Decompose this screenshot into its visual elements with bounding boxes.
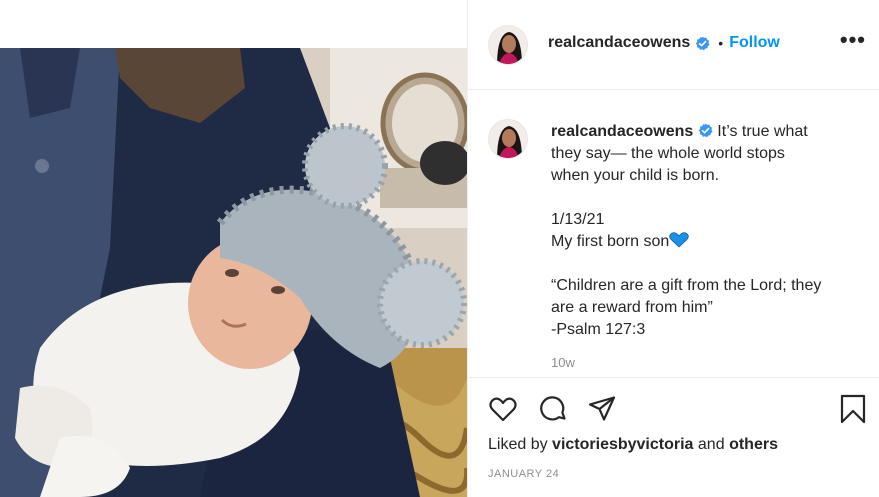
caption-son-line: My first born son: [551, 233, 670, 250]
caption-text-line2: they say— the whole world stops: [551, 145, 785, 162]
avatar-image: [489, 120, 527, 158]
header-separator: •: [718, 35, 724, 51]
follow-button[interactable]: Follow: [729, 34, 780, 52]
author-username[interactable]: realcandaceowens: [548, 34, 690, 52]
caption-username[interactable]: realcandaceowens: [551, 123, 693, 140]
post-photo[interactable]: [0, 48, 467, 497]
comment-bubble-icon[interactable]: [538, 394, 568, 424]
avatar-image: [489, 26, 527, 64]
bookmark-icon[interactable]: [838, 394, 868, 424]
liked-by-user[interactable]: victoriesbyvictoria: [552, 436, 693, 453]
post-header: realcandaceowens • Follow •••: [468, 0, 879, 90]
baby-photo-illustration: [0, 48, 467, 497]
caption-date-line: 1/13/21: [551, 211, 605, 228]
caption-text-line1: It’s true what: [717, 123, 808, 140]
post-side-panel: realcandaceowens • Follow ••• realcandac…: [467, 0, 879, 497]
post-actions: Liked by victoriesbyvictoria and others …: [468, 377, 879, 497]
liked-by-prefix: Liked by: [488, 436, 548, 453]
caption-quote-line1: “Children are a gift from the Lord; they: [551, 277, 822, 294]
caption-first-line: realcandaceowens It’s true what: [551, 121, 861, 143]
post-caption: realcandaceowens It’s true what they say…: [551, 121, 861, 341]
verified-badge-icon: [699, 123, 713, 138]
caption-timestamp[interactable]: 10w: [551, 355, 575, 370]
heart-outline-icon[interactable]: [488, 394, 518, 424]
caption-quote-ref: -Psalm 127:3: [551, 321, 646, 338]
caption-author-avatar[interactable]: [488, 119, 528, 159]
media-top-strip: [0, 0, 467, 48]
author-avatar[interactable]: [488, 25, 528, 65]
header-user-line: realcandaceowens • Follow: [548, 34, 780, 52]
post-media-area: [0, 0, 467, 497]
liked-by-others[interactable]: others: [729, 436, 778, 453]
blue-heart-emoji: [669, 232, 689, 248]
caption-area: realcandaceowens It’s true what they say…: [468, 91, 879, 377]
paper-plane-icon[interactable]: [587, 394, 617, 424]
caption-text-line3: when your child is born.: [551, 167, 720, 184]
verified-badge-icon: [696, 35, 710, 50]
liked-by-and: and: [697, 436, 725, 453]
post-date[interactable]: JANUARY 24: [488, 468, 559, 480]
caption-quote-line2: are a reward from him”: [551, 299, 713, 316]
liked-by-line: Liked by victoriesbyvictoria and others: [488, 436, 778, 454]
more-options-icon[interactable]: •••: [840, 29, 866, 51]
caption-son-line-wrap: My first born son: [551, 231, 861, 253]
